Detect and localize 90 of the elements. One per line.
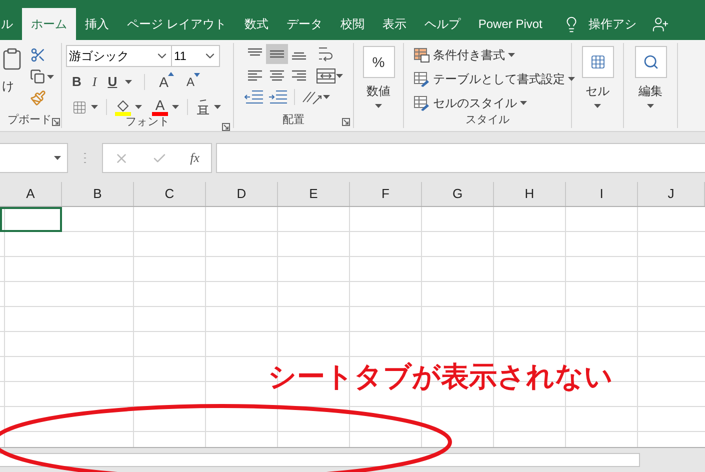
column-header[interactable]: E — [278, 182, 350, 206]
ribbon-tab[interactable]: ル — [0, 8, 22, 40]
column-header[interactable]: I — [566, 182, 638, 206]
column-header[interactable]: H — [494, 182, 566, 206]
group-label: スタイル — [466, 114, 510, 126]
column-header[interactable]: G — [422, 182, 494, 206]
decrease-indent-icon[interactable] — [244, 89, 264, 105]
caret-icon — [375, 104, 382, 108]
dialog-launcher-icon[interactable] — [342, 118, 350, 126]
italic-button[interactable]: I — [89, 72, 100, 92]
active-cell[interactable] — [0, 207, 62, 232]
alignment-lines-icon — [291, 69, 307, 83]
group-label: 配置 — [282, 114, 304, 126]
number-label: 数値 — [366, 83, 390, 100]
caret-icon — [594, 104, 601, 108]
cells-label: セル — [586, 83, 610, 100]
ribbon-tab[interactable]: ヘルプ — [415, 8, 470, 40]
style-icon — [414, 48, 430, 62]
wrap-text-icon[interactable] — [316, 45, 334, 63]
grow-font-button[interactable]: A — [153, 72, 174, 92]
editing-label: 編集 — [638, 83, 662, 100]
phonetic-icon[interactable] — [196, 99, 210, 115]
caret-icon — [54, 156, 61, 160]
bold-button[interactable]: B — [72, 72, 82, 92]
group-label: フォント — [126, 117, 170, 128]
ribbon-tab[interactable]: Power Pivot — [469, 8, 552, 40]
ribbon-tab[interactable]: データ — [277, 8, 332, 40]
down-triangle-icon — [194, 73, 200, 77]
column-header[interactable]: B — [62, 182, 134, 206]
annotation-text: シートタブが表示されない — [268, 360, 613, 394]
ribbon-tab[interactable]: 数式 — [235, 8, 278, 40]
caret-icon — [47, 74, 54, 78]
fill-color-icon[interactable] — [115, 98, 131, 116]
group-label: プボード — [8, 114, 52, 126]
caret-icon — [91, 105, 98, 109]
caret-icon — [172, 105, 179, 109]
column-header[interactable]: J — [638, 182, 705, 206]
style-icon — [414, 72, 430, 86]
style-menu-button[interactable]: セルのスタイル — [414, 94, 575, 112]
caret-icon — [323, 95, 330, 99]
tell-me-search[interactable]: 操作アシ — [588, 15, 636, 33]
font-name-value: 游ゴシック — [69, 48, 129, 65]
caret-icon — [508, 53, 515, 57]
font-name-dropdown[interactable]: 游ゴシック — [66, 45, 172, 67]
font-size-dropdown[interactable]: 11 — [172, 45, 220, 67]
table-icon — [590, 54, 606, 70]
dialog-launcher-icon[interactable] — [222, 123, 230, 131]
cells-button[interactable] — [582, 46, 614, 78]
format-painter-icon[interactable] — [30, 90, 46, 106]
up-triangle-icon — [168, 72, 174, 76]
column-header[interactable]: A — [0, 182, 62, 206]
caret-icon — [135, 105, 142, 109]
style-icon — [414, 96, 430, 110]
style-menu-button[interactable]: テーブルとして書式設定 — [414, 70, 575, 88]
underline-button[interactable]: U — [108, 72, 118, 92]
borders-icon[interactable] — [72, 100, 87, 114]
alignment-lines-icon — [247, 69, 263, 83]
caret-icon — [568, 77, 575, 81]
editing-button[interactable] — [634, 46, 666, 78]
shrink-font-button[interactable]: A — [182, 73, 200, 91]
ribbon-tab[interactable]: ホーム — [22, 8, 76, 40]
ribbon-tab[interactable]: 挿入 — [76, 8, 118, 40]
paste-button[interactable]: け — [0, 77, 14, 95]
increase-indent-icon[interactable] — [268, 89, 288, 105]
ribbon-tab[interactable]: 校閲 — [331, 8, 374, 40]
caret-icon — [125, 80, 132, 84]
ribbon-tab[interactable]: 表示 — [373, 8, 416, 40]
user-icon[interactable] — [652, 16, 670, 32]
number-format-button[interactable]: % — [362, 46, 394, 78]
column-header[interactable]: C — [134, 182, 206, 206]
caret-icon — [214, 105, 221, 109]
merge-cells-icon[interactable] — [316, 68, 336, 84]
align-middle-button[interactable] — [266, 44, 288, 64]
caret-icon — [520, 101, 527, 105]
alignment-lines-icon — [269, 69, 285, 83]
copy-icon[interactable] — [30, 69, 45, 84]
font-color-button[interactable]: A — [152, 98, 168, 116]
insert-function-button[interactable]: fx — [190, 148, 200, 168]
horizontal-scrollbar[interactable] — [0, 453, 640, 467]
caret-icon — [336, 74, 343, 78]
column-header[interactable]: D — [206, 182, 278, 206]
column-header[interactable]: F — [350, 182, 422, 206]
font-size-value: 11 — [174, 48, 186, 65]
ribbon-tab[interactable]: ページ レイアウト — [118, 8, 236, 40]
formula-input[interactable] — [216, 143, 705, 173]
cut-icon[interactable] — [30, 47, 46, 63]
search-icon — [642, 54, 658, 70]
style-menu-button[interactable]: 条件付き書式 — [414, 46, 575, 64]
caret-icon — [647, 104, 654, 108]
dialog-launcher-icon[interactable] — [52, 118, 60, 126]
